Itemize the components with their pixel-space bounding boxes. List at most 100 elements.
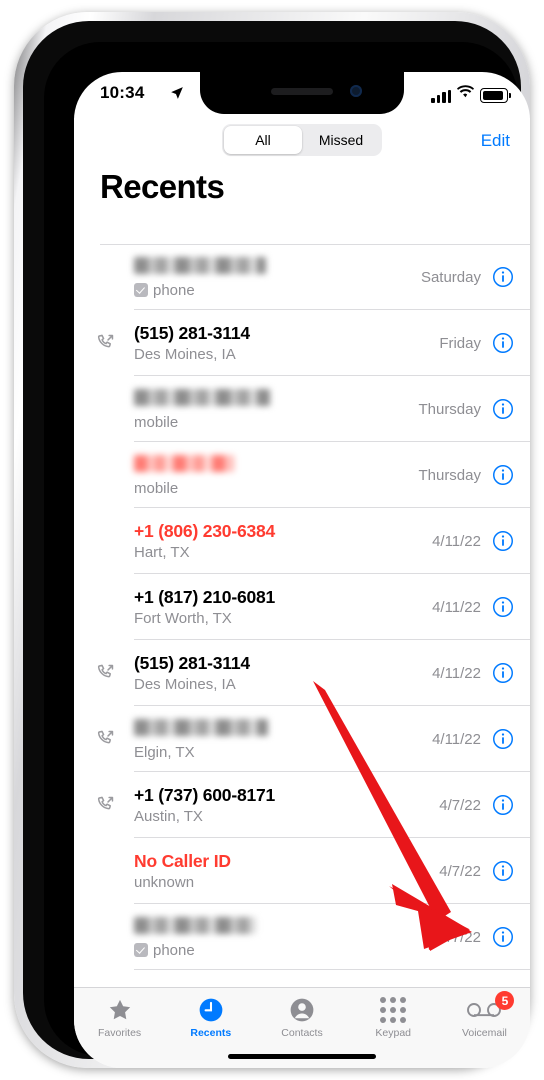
call-subtitle: phone [134, 281, 421, 300]
nav-row: All Missed Edit [74, 118, 530, 164]
screen-bezel: 10:34 All Missed Edit Recents phone Satu… [44, 42, 530, 1068]
call-subtitle: Des Moines, IA [134, 345, 236, 363]
call-row-text: +1 (806) 230-6384 Hart, TX [134, 521, 432, 562]
app-header: All Missed Edit Recents [74, 118, 530, 216]
call-row[interactable]: mobile Thursday [74, 376, 530, 442]
redacted-contact-name [134, 388, 270, 406]
call-info-button[interactable] [492, 530, 514, 552]
call-row[interactable]: +1 (817) 210-6081 Fort Worth, TX 4/11/22 [74, 574, 530, 640]
star-icon [107, 996, 133, 1024]
call-title: (515) 281-3114 [134, 652, 250, 673]
call-subtitle: Elgin, TX [134, 743, 195, 761]
call-info-button[interactable] [492, 926, 514, 948]
call-row-text: mobile [134, 387, 418, 432]
call-title: No Caller ID [134, 850, 231, 871]
call-date: 4/11/22 [432, 598, 481, 616]
call-title: (515) 281-3114 [134, 322, 250, 343]
call-name: (515) 281-3114 [134, 323, 439, 344]
home-indicator[interactable] [228, 1054, 376, 1059]
call-row[interactable]: (515) 281-3114 Des Moines, IA Friday [74, 310, 530, 376]
tab-label: Keypad [375, 1027, 412, 1039]
status-indicators [431, 85, 511, 103]
call-name: +1 (806) 230-6384 [134, 521, 432, 542]
call-subtitle: Austin, TX [134, 807, 203, 825]
status-time: 10:34 [100, 83, 145, 102]
call-title: +1 (806) 230-6384 [134, 520, 276, 541]
redacted-contact-name [134, 718, 268, 736]
redacted-contact-name [134, 916, 256, 934]
call-name: +1 (817) 210-6081 [134, 587, 432, 608]
outgoing-call-icon [96, 663, 116, 683]
call-row-meta: Saturday [421, 266, 514, 288]
call-info-button[interactable] [492, 464, 514, 486]
call-row-meta: 4/11/22 [432, 662, 514, 684]
battery-icon [480, 88, 511, 103]
call-row[interactable]: Elgin, TX 4/11/22 [74, 706, 530, 772]
earpiece-speaker-icon [271, 88, 333, 95]
call-row[interactable]: phone 4/7/22 [74, 904, 530, 970]
call-name: No Caller ID [134, 851, 439, 872]
call-info-button[interactable] [492, 398, 514, 420]
call-date: Saturday [420, 268, 481, 286]
tab-label: Favorites [98, 1027, 142, 1039]
tab-voicemail[interactable]: 5 Voicemail [439, 988, 530, 1068]
call-info-button[interactable] [492, 596, 514, 618]
call-info-button[interactable] [492, 860, 514, 882]
notch [200, 72, 404, 114]
call-name: (515) 281-3114 [134, 653, 432, 674]
call-info-button[interactable] [492, 266, 514, 288]
call-row-text: phone [134, 255, 421, 300]
call-row-text: phone [134, 915, 439, 960]
segment-all[interactable]: All [224, 126, 302, 154]
voicemail-icon: 5 [467, 991, 515, 1024]
call-subtitle: Des Moines, IA [134, 675, 236, 693]
call-date: Thursday [418, 400, 481, 418]
call-date: 4/7/22 [439, 862, 481, 880]
recents-call-list[interactable]: phone Saturday (515) 281-3114 Des Moines, I… [74, 244, 530, 988]
tab-label: Recents [190, 1027, 232, 1039]
call-info-button[interactable] [492, 332, 514, 354]
call-row[interactable]: +1 (806) 230-6384 Hart, TX 4/11/22 [74, 508, 530, 574]
segment-missed[interactable]: Missed [302, 126, 380, 154]
call-row-text: mobile [134, 453, 418, 498]
call-row-text: (515) 281-3114 Des Moines, IA [134, 323, 439, 364]
call-subtitle: phone [134, 941, 439, 960]
call-row[interactable]: +1 (737) 600-8171 Austin, TX 4/7/22 [74, 772, 530, 838]
voicemail-badge: 5 [495, 991, 515, 1010]
call-row[interactable]: mobile Thursday [74, 442, 530, 508]
call-date: 4/11/22 [432, 532, 481, 550]
call-info-button[interactable] [492, 728, 514, 750]
clock-icon [198, 996, 224, 1024]
front-camera-icon [350, 85, 362, 97]
iphone-device-frame: 10:34 All Missed Edit Recents phone Satu… [14, 12, 530, 1068]
screenshot-root: 10:34 All Missed Edit Recents phone Satu… [0, 0, 544, 1080]
call-title: +1 (817) 210-6081 [134, 586, 276, 607]
tab-favorites[interactable]: Favorites [74, 988, 165, 1068]
call-info-button[interactable] [492, 794, 514, 816]
call-row[interactable]: (515) 281-3114 Des Moines, IA 4/11/22 [74, 640, 530, 706]
checkbox-icon [134, 283, 148, 297]
call-row[interactable]: No Caller ID unknown 4/7/22 [74, 838, 530, 904]
redacted-contact-name [134, 256, 266, 274]
call-date: Friday [439, 334, 481, 352]
call-subtitle: Fort Worth, TX [134, 609, 232, 627]
edit-button[interactable]: Edit [481, 131, 510, 151]
call-row-meta: 4/7/22 [439, 926, 514, 948]
call-row-meta: 4/11/22 [432, 596, 514, 618]
call-row-text: (515) 281-3114 Des Moines, IA [134, 653, 432, 694]
keypad-icon [380, 996, 407, 1024]
call-row[interactable]: phone Saturday [74, 244, 530, 310]
cellular-signal-icon [431, 90, 451, 103]
outgoing-call-icon [96, 795, 116, 815]
tab-label: Contacts [281, 1027, 323, 1039]
call-date: 4/7/22 [439, 928, 481, 946]
recents-filter-segmented-control[interactable]: All Missed [222, 124, 382, 156]
call-title: +1 (737) 600-8171 [134, 784, 276, 805]
call-name [134, 453, 418, 478]
call-name [134, 387, 418, 412]
call-row-meta: Thursday [418, 464, 514, 486]
page-title: Recents [100, 168, 225, 205]
call-subtitle: unknown [134, 873, 195, 891]
call-info-button[interactable] [492, 662, 514, 684]
call-subtitle: Hart, TX [134, 543, 190, 561]
